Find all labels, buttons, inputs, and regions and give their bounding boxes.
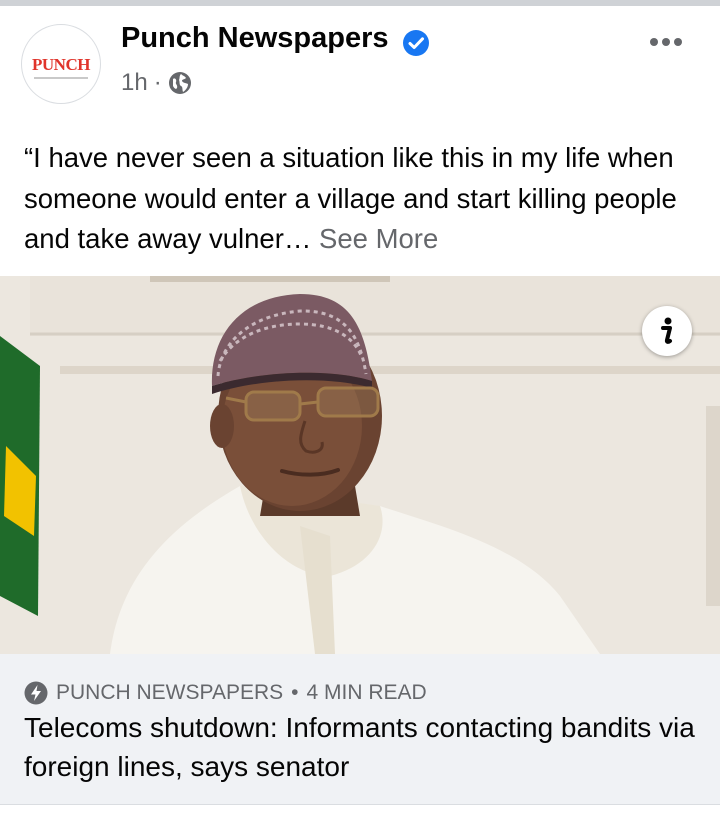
verified-badge-icon	[403, 30, 429, 56]
info-icon[interactable]	[642, 306, 692, 356]
post-meta: 1h ·	[121, 66, 192, 100]
link-read-time: 4 MIN READ	[306, 681, 427, 704]
link-meta-separator: •	[291, 681, 299, 704]
page-avatar[interactable]: PUNCH	[21, 24, 101, 104]
see-more-link[interactable]: See More	[319, 223, 438, 254]
globe-icon	[168, 72, 191, 94]
instant-article-bolt-icon	[24, 681, 48, 705]
page-name[interactable]: Punch Newspapers	[121, 22, 389, 55]
bottom-divider	[0, 804, 720, 825]
photo-scene	[0, 276, 720, 654]
post-photo[interactable]	[0, 276, 720, 654]
link-title[interactable]: Telecoms shutdown: Informants contacting…	[24, 708, 704, 786]
link-preview-meta: PUNCH NEWSPAPERS • 4 MIN READ	[24, 680, 427, 706]
more-options-icon[interactable]	[646, 32, 686, 52]
meta-separator: ·	[153, 69, 162, 96]
info-glyph	[661, 317, 672, 344]
link-source: PUNCH NEWSPAPERS	[56, 681, 284, 704]
post-time[interactable]: 1h	[121, 69, 148, 97]
avatar-logo: PUNCH	[32, 55, 90, 74]
post-text: “I have never seen a situation like this…	[24, 138, 704, 260]
avatar-logo-tagline	[34, 77, 88, 79]
